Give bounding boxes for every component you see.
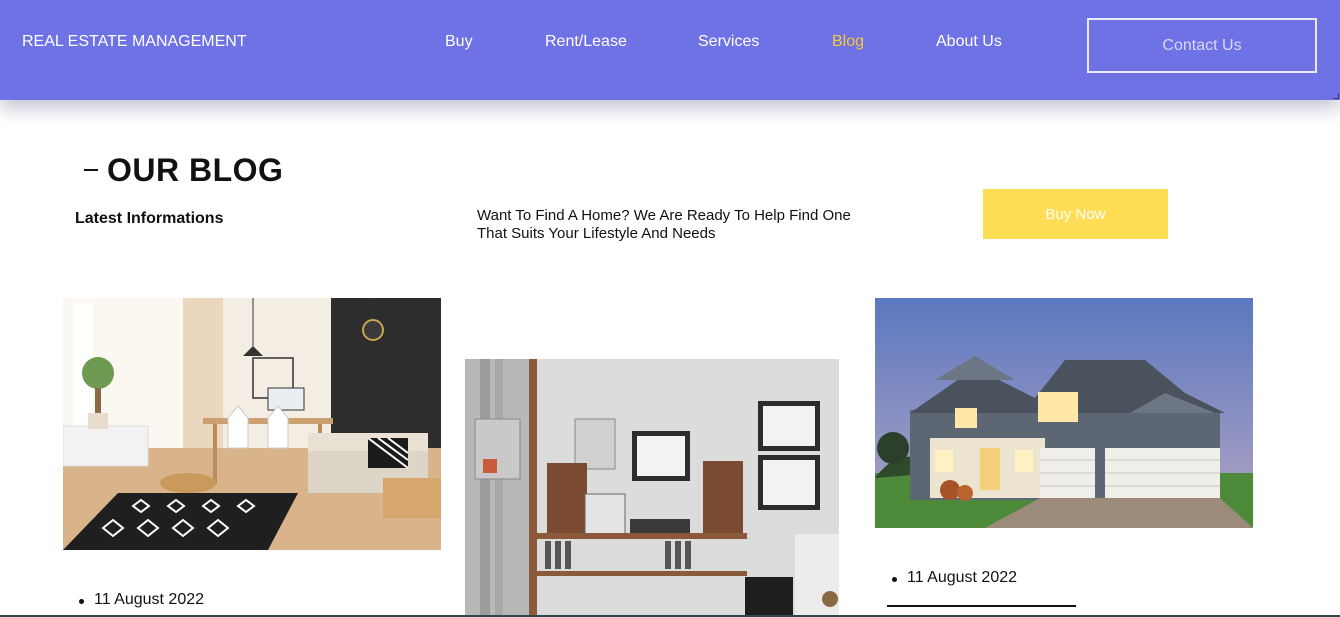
nav-services[interactable]: Services [698,33,759,51]
music-room-illustration [465,359,839,617]
nav-buy[interactable]: Buy [445,33,473,51]
living-room-illustration [63,298,441,550]
page-title: OUR BLOG [107,152,284,188]
blog-image-music-room[interactable] [465,359,839,617]
nav-rent-lease[interactable]: Rent/Lease [545,33,627,51]
blog-image-living-room[interactable] [63,298,441,550]
brand-logo-text[interactable]: REAL ESTATE MANAGEMENT [22,33,247,51]
date-underline [887,605,1076,607]
title-dash [84,169,98,171]
nav-about-us[interactable]: About Us [936,33,1002,51]
blog-image-house[interactable] [875,298,1253,528]
blog-date: 11 August 2022 [78,591,205,608]
site-header: REAL ESTATE MANAGEMENT Buy Rent/Lease Se… [0,0,1340,100]
intro-text: Want To Find A Home? We Are Ready To Hel… [477,207,851,242]
blog-date: 11 August 2022 [891,569,1018,586]
nav-blog[interactable]: Blog [832,33,864,51]
section-subtitle: Latest Informations [75,210,224,227]
contact-us-button[interactable]: Contact Us [1087,18,1317,73]
buy-now-button[interactable]: Buy Now [983,189,1168,239]
resize-grip-icon [1333,93,1339,99]
house-illustration [875,298,1253,528]
